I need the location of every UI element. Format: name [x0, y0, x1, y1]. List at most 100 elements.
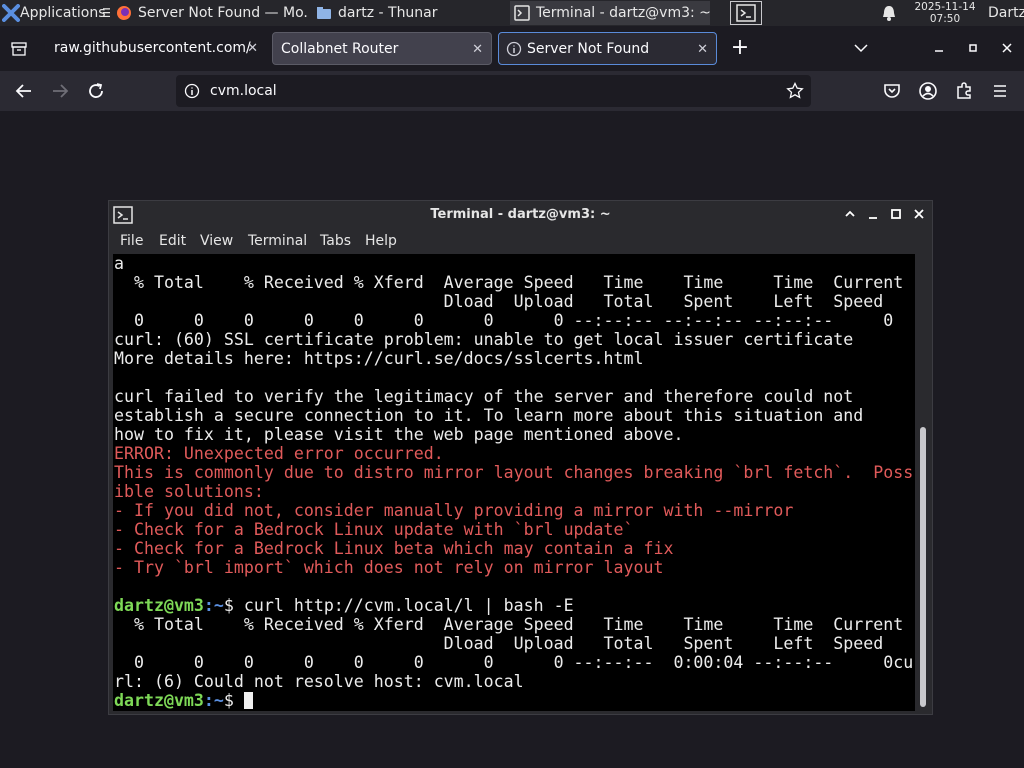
error-line: ERROR: Unexpected error occurred.: [114, 444, 444, 463]
output-line: More details here: https://curl.se/docs/…: [114, 349, 644, 368]
info-icon: [184, 83, 200, 99]
error-line: - If you did not, consider manually prov…: [114, 501, 794, 520]
url-text: cvm.local: [210, 83, 277, 99]
output-line: % Total % Received % Xferd Average Speed…: [114, 615, 904, 634]
firefox-icon: [117, 6, 131, 20]
maximize-icon[interactable]: [966, 40, 980, 54]
menu-terminal[interactable]: Terminal: [248, 229, 307, 254]
output-line: rl: (6) Could not resolve host: cvm.loca…: [114, 672, 524, 691]
output-line: a: [114, 254, 124, 273]
minimize-icon[interactable]: [932, 40, 946, 54]
error-line: ible solutions:: [114, 482, 264, 501]
task-label: dartz - Thunar: [338, 5, 438, 21]
applications-menu[interactable]: Applications ☰: [0, 0, 110, 26]
output-line: Dload Upload Total Spent Left Speed: [114, 292, 884, 311]
close-icon[interactable]: ✕: [697, 33, 708, 64]
terminal-icon: [514, 5, 530, 21]
terminal-scrollbar[interactable]: [919, 254, 928, 711]
back-icon[interactable]: [12, 79, 36, 103]
tab-title: raw.githubusercontent.com/: [54, 40, 251, 56]
close-icon[interactable]: ✕: [247, 32, 258, 65]
menu-help[interactable]: Help: [365, 229, 397, 254]
error-line: - Check for a Bedrock Linux beta which m…: [114, 539, 674, 558]
output-line: how to fix it, please visit the web page…: [114, 425, 684, 444]
menu-edit[interactable]: Edit: [159, 229, 186, 254]
error-line: - Try `brl import` which does not rely o…: [114, 558, 664, 577]
close-icon[interactable]: [912, 207, 926, 221]
prompt-command: curl http://cvm.local/l | bash -E: [243, 596, 574, 615]
clock-time: 07:50: [929, 13, 961, 25]
terminal-icon: [736, 4, 756, 22]
star-icon[interactable]: [786, 82, 804, 100]
hamburger-menu-icon[interactable]: [988, 79, 1012, 103]
output-line: % Total % Received % Xferd Average Speed…: [114, 273, 904, 292]
show-desktop-button[interactable]: [730, 1, 762, 25]
top-panel: Applications ☰ Server Not Found — Mo... …: [0, 0, 1024, 26]
close-icon[interactable]: ✕: [472, 33, 483, 64]
notification-bell-icon[interactable]: [880, 4, 898, 22]
task-label: Server Not Found — Mo...: [138, 5, 308, 21]
prompt-user: dartz@vm3: [114, 596, 204, 615]
scrollbar-thumb[interactable]: [920, 427, 926, 707]
tab-list-icon[interactable]: [10, 40, 28, 58]
terminal-title: Terminal - dartz@vm3: ~: [430, 207, 611, 222]
forward-icon[interactable]: [48, 79, 72, 103]
output-line: curl: (60) SSL certificate problem: unab…: [114, 330, 854, 349]
prompt-symbol: $: [223, 691, 244, 710]
terminal-output[interactable]: a % Total % Received % Xferd Average Spe…: [113, 254, 915, 711]
maximize-icon[interactable]: [889, 207, 903, 221]
menu-file[interactable]: File: [120, 229, 143, 254]
text-cursor: [243, 692, 253, 709]
extensions-icon[interactable]: [952, 79, 976, 103]
output-line: curl failed to verify the legitimacy of …: [114, 387, 854, 406]
close-icon[interactable]: [1000, 40, 1014, 54]
terminal-icon: [113, 206, 133, 224]
clock-date: 2025-11-14: [914, 1, 976, 13]
error-line: This is commonly due to distro mirror la…: [114, 463, 914, 482]
menu-icon: ☰: [102, 6, 110, 20]
error-line: - Check for a Bedrock Linux update with …: [114, 520, 634, 539]
prompt-line: dartz@vm3:~$: [114, 691, 913, 710]
user-menu[interactable]: Dartz: [988, 0, 1024, 26]
new-tab-icon[interactable]: +: [730, 37, 750, 59]
minimize-icon[interactable]: [866, 207, 880, 221]
tab-title: Collabnet Router: [281, 41, 399, 57]
terminal-window[interactable]: Terminal - dartz@vm3: ~ File Edit View T…: [108, 200, 933, 715]
folder-icon: [317, 7, 331, 19]
terminal-lines: a % Total % Received % Xferd Average Spe…: [114, 254, 913, 710]
reload-icon[interactable]: [84, 79, 108, 103]
terminal-titlebar[interactable]: Terminal - dartz@vm3: ~: [109, 201, 932, 229]
xfce-logo-icon: [2, 4, 20, 22]
output-line: Dload Upload Total Spent Left Speed: [114, 634, 884, 653]
task-thunar[interactable]: dartz - Thunar: [312, 1, 508, 25]
browser-tab-bar: raw.githubusercontent.com/ ✕ Collabnet R…: [0, 26, 1024, 71]
chevron-down-icon[interactable]: [852, 39, 870, 57]
output-line: 0 0 0 0 0 0 0 0 --:--:-- --:--:-- --:--:…: [114, 311, 894, 330]
panel-clock[interactable]: 2025-11-14 07:50: [910, 0, 980, 25]
account-icon[interactable]: [916, 79, 940, 103]
prompt-symbol: $: [223, 596, 244, 615]
task-terminal[interactable]: Terminal - dartz@vm3: ~: [510, 1, 710, 25]
output-line: 0 0 0 0 0 0 0 0 --:--:-- 0:00:04 --:--:-…: [114, 653, 914, 672]
tab-github[interactable]: raw.githubusercontent.com/ ✕: [46, 32, 266, 65]
tab-title: Server Not Found: [527, 41, 650, 57]
task-firefox[interactable]: Server Not Found — Mo...: [112, 1, 308, 25]
pocket-icon[interactable]: [880, 79, 904, 103]
task-label: Terminal - dartz@vm3: ~: [536, 5, 710, 21]
output-line: establish a secure connection to it. To …: [114, 406, 864, 425]
prompt-path: :~: [203, 691, 224, 710]
tab-collabnet[interactable]: Collabnet Router ✕: [272, 32, 492, 65]
applications-label: Applications: [20, 5, 106, 21]
menu-tabs[interactable]: Tabs: [320, 229, 351, 254]
browser-nav-bar: cvm.local: [0, 71, 1024, 111]
tab-server-not-found[interactable]: Server Not Found ✕: [498, 32, 717, 65]
prompt-path: :~: [203, 596, 224, 615]
url-bar[interactable]: cvm.local: [176, 75, 811, 107]
prompt-user: dartz@vm3: [114, 691, 204, 710]
shade-icon[interactable]: [843, 207, 857, 221]
prompt-line: dartz@vm3:~$ curl http://cvm.local/l | b…: [114, 596, 913, 615]
menu-view[interactable]: View: [200, 229, 233, 254]
info-icon: [506, 41, 522, 57]
